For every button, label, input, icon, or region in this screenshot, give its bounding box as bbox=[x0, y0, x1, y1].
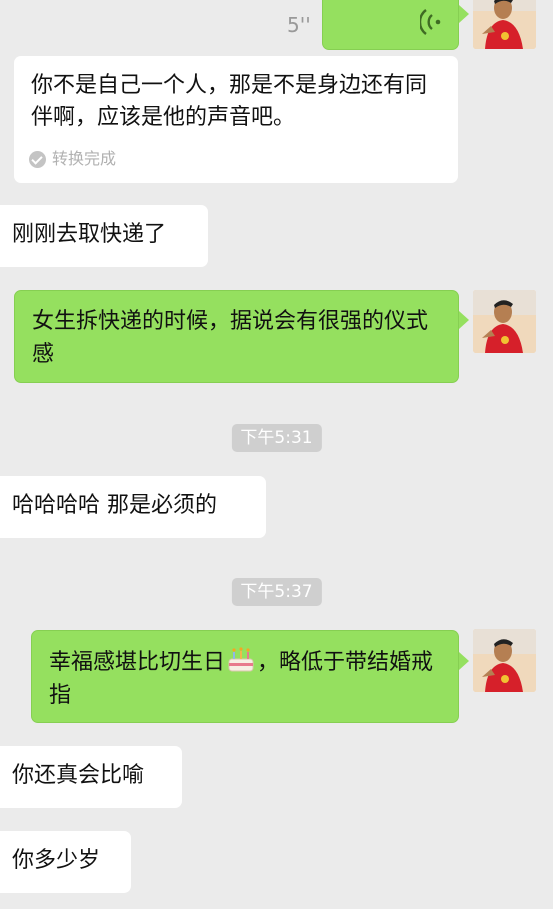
avatar-image bbox=[473, 290, 536, 353]
avatar[interactable] bbox=[473, 629, 536, 692]
avatar[interactable] bbox=[473, 0, 536, 49]
bubble-tail bbox=[459, 311, 469, 329]
timestamp: 下午5:31 bbox=[231, 424, 322, 452]
message-text: 你还真会比喻 bbox=[12, 763, 145, 788]
incoming-message[interactable]: 你还真会比喻 bbox=[0, 746, 182, 808]
bubble-tail bbox=[459, 652, 469, 670]
message-text: 女生拆快递的时候，据说会有很强的仪式感 bbox=[32, 309, 429, 367]
outgoing-message[interactable]: 女生拆快递的时候，据说会有很强的仪式感 bbox=[14, 290, 459, 383]
avatar-image bbox=[473, 0, 536, 49]
transcription-text: 你不是自己一个人，那是不是身边还有同伴啊，应该是他的声音吧。 bbox=[31, 73, 428, 130]
message-text-part: 幸福感堪比切生日 bbox=[49, 650, 226, 675]
avatar[interactable] bbox=[473, 290, 536, 353]
transcription-status: 转换完成 bbox=[29, 149, 116, 169]
timestamp: 下午5:37 bbox=[231, 578, 322, 606]
bubble-tail bbox=[459, 5, 469, 23]
birthday-cake-emoji bbox=[228, 647, 254, 672]
message-text: 刚刚去取快递了 bbox=[12, 222, 167, 247]
avatar-image bbox=[473, 629, 536, 692]
check-circle-icon bbox=[29, 150, 46, 168]
voice-wave-icon bbox=[420, 9, 441, 35]
incoming-message[interactable]: 哈哈哈哈 那是必须的 bbox=[0, 476, 266, 538]
outgoing-message[interactable]: 幸福感堪比切生日 ，略低于带结婚戒指 bbox=[31, 630, 459, 723]
message-text: 哈哈哈哈 那是必须的 bbox=[12, 493, 217, 518]
message-text: 你多少岁 bbox=[12, 848, 101, 873]
incoming-message[interactable]: 你多少岁 bbox=[0, 831, 131, 893]
voice-transcription-card[interactable]: 你不是自己一个人，那是不是身边还有同伴啊，应该是他的声音吧。 转换完成 bbox=[14, 56, 458, 183]
voice-message-bubble[interactable] bbox=[322, 0, 459, 50]
incoming-message[interactable]: 刚刚去取快递了 bbox=[0, 205, 208, 267]
transcription-status-label: 转换完成 bbox=[52, 149, 117, 168]
voice-duration: 5'' bbox=[287, 13, 311, 37]
